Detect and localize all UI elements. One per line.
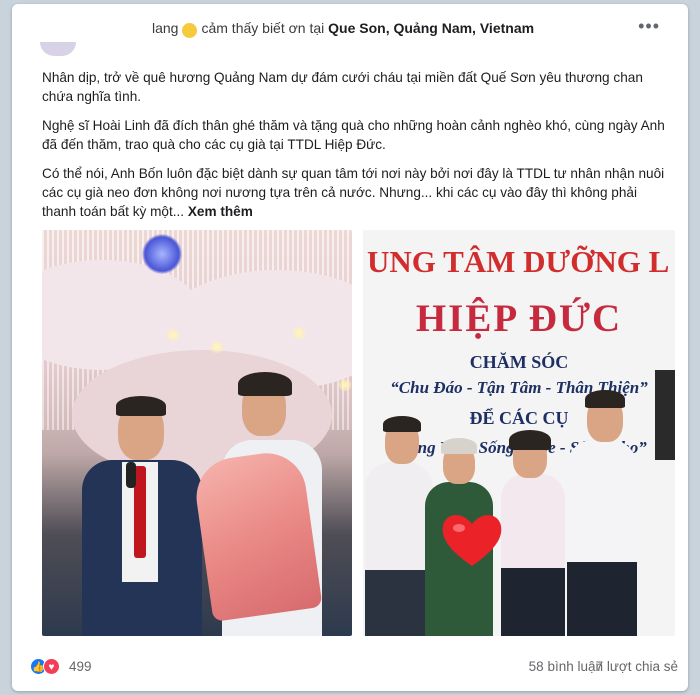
feeling-text: cảm thấy biết ơn tại: [201, 20, 325, 36]
post-card: lang cảm thấy biết ơn tại Que Son, Quảng…: [12, 4, 688, 691]
photo-wedding[interactable]: [42, 230, 352, 636]
post-header: lang cảm thấy biết ơn tại Que Son, Quảng…: [12, 4, 688, 52]
person-1-hair: [383, 416, 421, 432]
post-text: Nhân dịp, trở về quê hương Quảng Nam dự …: [42, 68, 672, 231]
paragraph-3: Có thể nói, Anh Bốn luôn đặc biệt dành s…: [42, 164, 672, 221]
shares-link[interactable]: 7 lượt chia sẻ: [596, 659, 678, 674]
person-4-hair: [585, 390, 625, 408]
heart-icon: [442, 515, 502, 566]
post-footer: 👍 ♥ 499 58 bình luận 7 lượt chia sẻ: [12, 642, 688, 690]
smiling-face-icon: [182, 22, 198, 38]
person-2-hair: [441, 438, 477, 454]
comments-link[interactable]: 58 bình luận: [529, 659, 603, 674]
microphone: [126, 462, 136, 488]
person-left-hair: [116, 396, 166, 416]
sign-line-4: “Chu Đáo - Tận Tâm - Thân Thiện”: [390, 378, 648, 397]
paragraph-2: Nghệ sĩ Hoài Linh đã đích thân ghé thăm …: [42, 118, 665, 152]
reaction-count[interactable]: 499: [69, 659, 92, 674]
sign-line-2: HIỆP ĐỨC: [415, 297, 623, 340]
person-3-pants: [501, 568, 565, 636]
person-right-hair: [238, 372, 292, 396]
light-decoration: [292, 326, 306, 340]
more-dots-icon[interactable]: •••: [638, 17, 660, 35]
see-more-link[interactable]: Xem thêm: [188, 204, 253, 219]
sign-line-3: CHĂM SÓC: [469, 352, 569, 372]
person-1-pants: [365, 570, 433, 636]
person-4-pants: [567, 562, 637, 636]
paragraph-1: Nhân dịp, trở về quê hương Quảng Nam dự …: [42, 70, 643, 104]
stage-light: [142, 234, 182, 274]
location-link[interactable]: Que Son, Quảng Nam, Vietnam: [328, 20, 534, 36]
light-decoration: [338, 378, 352, 392]
sign-line-1: UNG TÂM DƯỠNG L: [367, 244, 670, 279]
light-decoration: [166, 328, 180, 342]
paragraph-3-text: Có thể nói, Anh Bốn luôn đặc biệt dành s…: [42, 166, 665, 219]
love-icon[interactable]: ♥: [43, 658, 60, 675]
dark-panel: [655, 370, 675, 460]
light-decoration: [210, 340, 224, 354]
author-name-fragment[interactable]: lang: [152, 20, 178, 36]
person-3-hair: [509, 430, 551, 450]
photo-nursing-center[interactable]: UNG TÂM DƯỠNG L HIỆP ĐỨC CHĂM SÓC “Chu Đ…: [363, 230, 675, 636]
avatar[interactable]: [40, 42, 76, 56]
